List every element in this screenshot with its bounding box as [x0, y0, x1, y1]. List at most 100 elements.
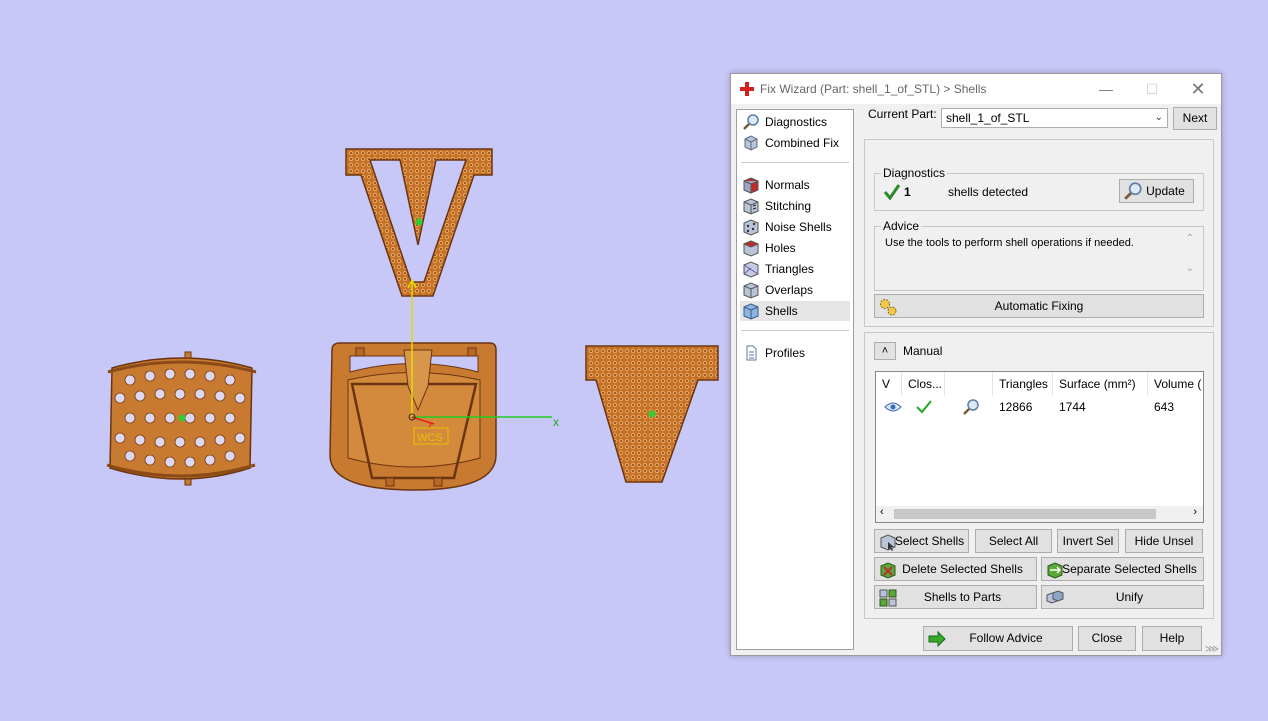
- normals-icon: [743, 177, 759, 194]
- status-panel: Diagnostics 1 shells detected Update Adv…: [864, 139, 1214, 327]
- scroll-down-icon[interactable]: ⌄: [1186, 263, 1194, 274]
- shell-count: 1: [904, 185, 911, 199]
- column-header-icon[interactable]: [945, 372, 993, 396]
- overlaps-icon: [743, 282, 759, 299]
- nav-item-label: Normals: [765, 178, 810, 192]
- checkmark-icon: [883, 184, 901, 201]
- eye-icon[interactable]: [878, 396, 902, 418]
- wizard-navigation: Diagnostics Combined Fix Normals Stitchi…: [736, 109, 854, 650]
- minimize-button[interactable]: —: [1083, 74, 1129, 104]
- close-window-button[interactable]: ✕: [1175, 74, 1221, 104]
- nav-item-label: Holes: [765, 241, 796, 255]
- chevron-down-icon: ⌄: [1154, 112, 1163, 123]
- gears-icon: [880, 299, 897, 316]
- follow-advice-label: Follow Advice: [969, 631, 1043, 645]
- stitching-icon: [743, 198, 759, 215]
- invert-sel-button[interactable]: Invert Sel: [1057, 529, 1119, 553]
- triangles-cell: 12866: [999, 400, 1033, 414]
- automatic-fixing-button[interactable]: Automatic Fixing: [874, 294, 1204, 318]
- manual-label: Manual: [903, 344, 943, 358]
- star-ring-model[interactable]: [106, 351, 257, 486]
- delete-selected-shells-button[interactable]: Delete Selected Shells: [874, 557, 1037, 581]
- green-arrow-icon: [928, 630, 946, 648]
- nav-item-stitching[interactable]: Stitching: [740, 196, 850, 216]
- nav-item-triangles[interactable]: Triangles: [740, 259, 850, 279]
- magnifier-icon: [743, 114, 759, 130]
- shells-to-parts-label: Shells to Parts: [923, 590, 1002, 604]
- nav-item-label: Combined Fix: [765, 136, 840, 150]
- scroll-left-icon[interactable]: ‹: [880, 506, 884, 518]
- nav-item-label: Overlaps: [765, 283, 814, 297]
- delete-selected-label: Delete Selected Shells: [902, 562, 1023, 576]
- current-part-label: Current Part:: [868, 107, 937, 121]
- automatic-fixing-label: Automatic Fixing: [994, 299, 1084, 313]
- nav-item-label: Triangles: [765, 262, 814, 276]
- column-header-visible[interactable]: V: [876, 372, 902, 396]
- update-button[interactable]: Update: [1119, 179, 1194, 203]
- update-button-label: Update: [1146, 184, 1185, 198]
- select-cube-icon: [880, 534, 896, 551]
- shells-detected-text: shells detected: [948, 185, 1029, 199]
- surface-cell: 1744: [1059, 400, 1086, 414]
- noise-shells-icon: [743, 219, 759, 236]
- current-part-select[interactable]: shell_1_of_STL ⌄: [941, 108, 1168, 128]
- help-button[interactable]: Help: [1142, 626, 1202, 651]
- nav-item-shells[interactable]: Shells: [740, 301, 850, 321]
- next-button[interactable]: Next: [1173, 107, 1217, 130]
- close-button[interactable]: Close: [1078, 626, 1136, 651]
- select-all-button[interactable]: Select All: [975, 529, 1052, 553]
- nav-item-holes[interactable]: Holes: [740, 238, 850, 258]
- column-header-triangles[interactable]: Triangles: [993, 372, 1053, 396]
- unify-label: Unify: [1115, 590, 1144, 604]
- title-bar[interactable]: Fix Wizard (Part: shell_1_of_STL) > Shel…: [731, 74, 1221, 104]
- column-header-closed[interactable]: Clos...: [902, 372, 945, 396]
- pivot-point-marker: [178, 414, 186, 422]
- holes-icon: [742, 240, 760, 257]
- nav-item-combined-fix[interactable]: Combined Fix: [740, 133, 850, 153]
- scroll-up-icon[interactable]: ⌃: [1186, 233, 1194, 244]
- nav-item-label: Diagnostics: [765, 115, 828, 129]
- double-chevron-up-icon: ˄: [881, 345, 889, 357]
- unify-button[interactable]: Unify: [1041, 585, 1204, 609]
- separate-selected-shells-button[interactable]: Separate Selected Shells: [1041, 557, 1204, 581]
- delete-shell-icon: [880, 562, 896, 579]
- nav-divider: [741, 330, 849, 331]
- invert-sel-label: Invert Sel: [1062, 534, 1114, 548]
- advice-text: Use the tools to perform shell operation…: [885, 237, 1134, 249]
- nav-item-label: Profiles: [765, 346, 806, 360]
- select-shells-button[interactable]: Select Shells: [874, 529, 969, 553]
- hide-unsel-label: Hide Unsel: [1134, 534, 1194, 548]
- scrollbar-thumb[interactable]: [894, 509, 1156, 519]
- column-header-surface[interactable]: Surface (mm²): [1053, 372, 1148, 396]
- minimize-icon: —: [1099, 81, 1113, 97]
- pivot-point-marker: [415, 218, 423, 226]
- scroll-right-icon[interactable]: ›: [1193, 506, 1197, 518]
- shells-to-parts-button[interactable]: Shells to Parts: [874, 585, 1037, 609]
- cube-icon: [744, 135, 758, 151]
- select-shells-label: Select Shells: [894, 534, 965, 548]
- nav-item-noise-shells[interactable]: Noise Shells: [740, 217, 850, 237]
- nav-item-label: Stitching: [765, 199, 812, 213]
- follow-advice-button[interactable]: Follow Advice: [923, 626, 1073, 651]
- close-label: Close: [1091, 631, 1123, 645]
- advice-group: Advice Use the tools to perform shell op…: [874, 219, 1204, 291]
- magnifier-icon[interactable]: [956, 396, 980, 418]
- v-letter-right-model[interactable]: [585, 345, 719, 483]
- shells-table[interactable]: V Clos... Triangles Surface (mm²) Volume…: [875, 371, 1204, 523]
- diagnostics-group: Diagnostics 1 shells detected Update: [874, 166, 1204, 211]
- resize-grip-icon[interactable]: ⋙: [1205, 644, 1219, 655]
- hide-unsel-button[interactable]: Hide Unsel: [1125, 529, 1203, 553]
- nav-item-diagnostics[interactable]: Diagnostics: [740, 112, 850, 132]
- checkmark-icon: [910, 396, 932, 418]
- nav-item-overlaps[interactable]: Overlaps: [740, 280, 850, 300]
- column-header-volume[interactable]: Volume (: [1148, 372, 1203, 396]
- advice-label: Advice: [881, 219, 922, 233]
- nav-item-label: Noise Shells: [765, 220, 832, 234]
- nav-item-profiles[interactable]: Profiles: [740, 343, 850, 363]
- collapse-manual-button[interactable]: ˄: [874, 342, 896, 360]
- volume-cell: 643: [1154, 400, 1175, 414]
- nav-item-normals[interactable]: Normals: [740, 175, 850, 195]
- horizontal-scrollbar[interactable]: ‹ ›: [876, 506, 1203, 522]
- v-letter-top-model[interactable]: [345, 148, 493, 297]
- maximize-button[interactable]: ☐: [1129, 74, 1175, 104]
